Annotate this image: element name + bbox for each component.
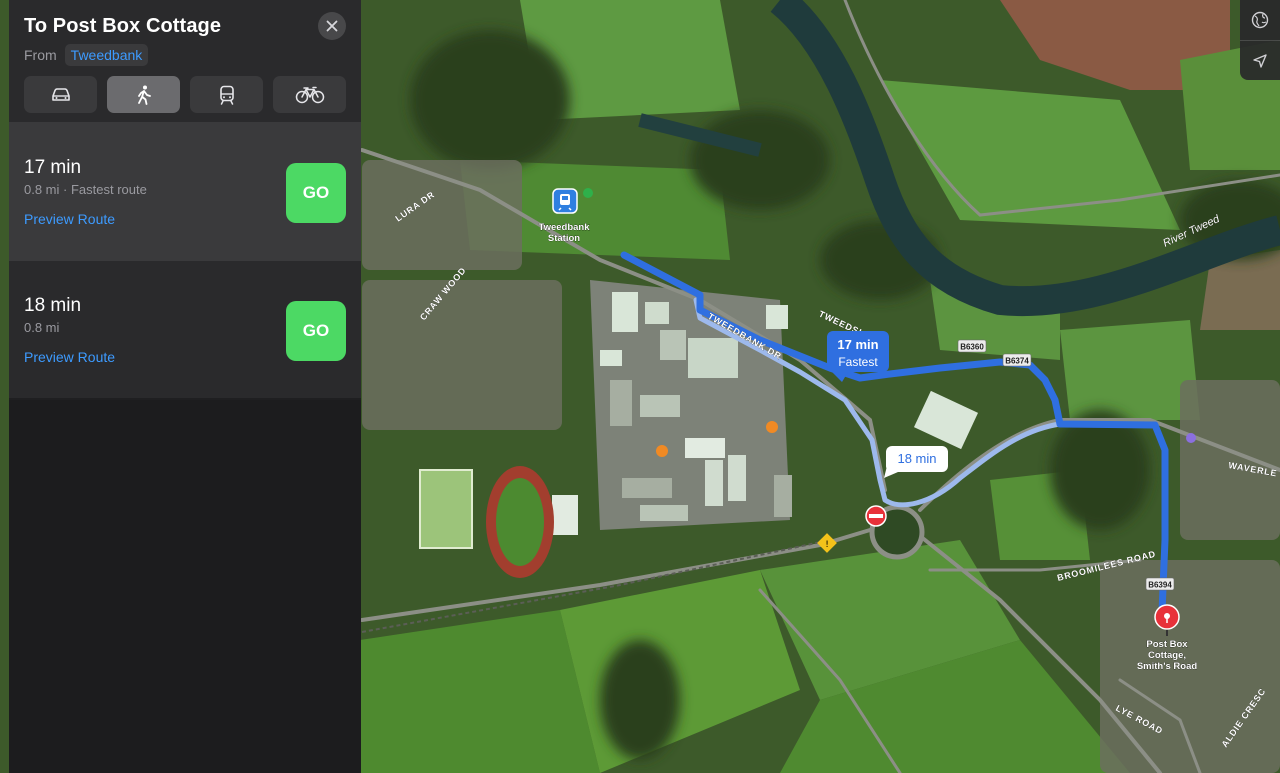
mode-driving-button[interactable]: [24, 76, 97, 113]
directions-panel: To Post Box Cottage From Tweedbank 17 mi…: [9, 0, 361, 773]
road-shield-b6360: B6360: [957, 339, 987, 353]
svg-text:Post Box: Post Box: [1146, 639, 1188, 650]
close-icon: [326, 20, 338, 32]
no-entry-icon: [865, 505, 887, 527]
car-icon: [51, 87, 70, 101]
svg-text:B6360: B6360: [960, 343, 984, 352]
route-option-2[interactable]: 18 min 0.8 mi Preview Route GO: [9, 260, 361, 398]
origin-chip[interactable]: Tweedbank: [64, 44, 149, 66]
walk-icon: [137, 85, 151, 105]
road-shield-b6374: B6374: [1002, 353, 1032, 367]
mode-walking-button[interactable]: [107, 76, 180, 113]
globe-button[interactable]: [1240, 0, 1280, 40]
mode-cycling-button[interactable]: [273, 76, 346, 113]
poi-marker[interactable]: [1186, 433, 1196, 443]
shop-marker[interactable]: [766, 421, 778, 433]
go-button[interactable]: GO: [286, 163, 346, 223]
mode-transit-button[interactable]: [190, 76, 263, 113]
svg-text:18 min: 18 min: [897, 451, 936, 466]
go-button[interactable]: GO: [286, 301, 346, 361]
close-button[interactable]: [318, 12, 346, 40]
route-option-1[interactable]: 17 min 0.8 mi · Fastest route Preview Ro…: [9, 122, 361, 260]
svg-text:Fastest: Fastest: [838, 355, 878, 369]
svg-text:17 min: 17 min: [837, 337, 878, 352]
svg-text:Tweedbank: Tweedbank: [538, 222, 590, 233]
bicycle-icon: [295, 86, 324, 103]
globe-icon: [1251, 11, 1269, 29]
directions-header: To Post Box Cottage From Tweedbank: [9, 0, 361, 122]
road-shield-b6394: B6394: [1145, 577, 1175, 591]
svg-text:Cottage,: Cottage,: [1148, 650, 1186, 661]
svg-text:B6374: B6374: [1005, 357, 1029, 366]
preview-route-link[interactable]: Preview Route: [24, 349, 115, 365]
train-icon: [219, 85, 234, 105]
destination-title: To Post Box Cottage: [24, 14, 222, 37]
origin-row: From Tweedbank: [24, 44, 346, 66]
train-station-marker[interactable]: [552, 188, 578, 214]
location-button[interactable]: [1240, 40, 1280, 80]
preview-route-link[interactable]: Preview Route: [24, 211, 115, 227]
restaurant-marker[interactable]: [656, 445, 668, 457]
svg-text:Smith's Road: Smith's Road: [1137, 661, 1198, 672]
transport-mode-selector: [24, 76, 346, 113]
origin-label: From: [24, 47, 57, 63]
panel-empty-area: [9, 400, 361, 773]
map-controls: [1240, 0, 1280, 80]
park-marker[interactable]: [583, 188, 593, 198]
location-arrow-icon: [1253, 53, 1267, 68]
svg-text:Station: Station: [548, 233, 580, 244]
svg-text:!: !: [825, 540, 829, 550]
svg-text:B6394: B6394: [1148, 581, 1172, 590]
